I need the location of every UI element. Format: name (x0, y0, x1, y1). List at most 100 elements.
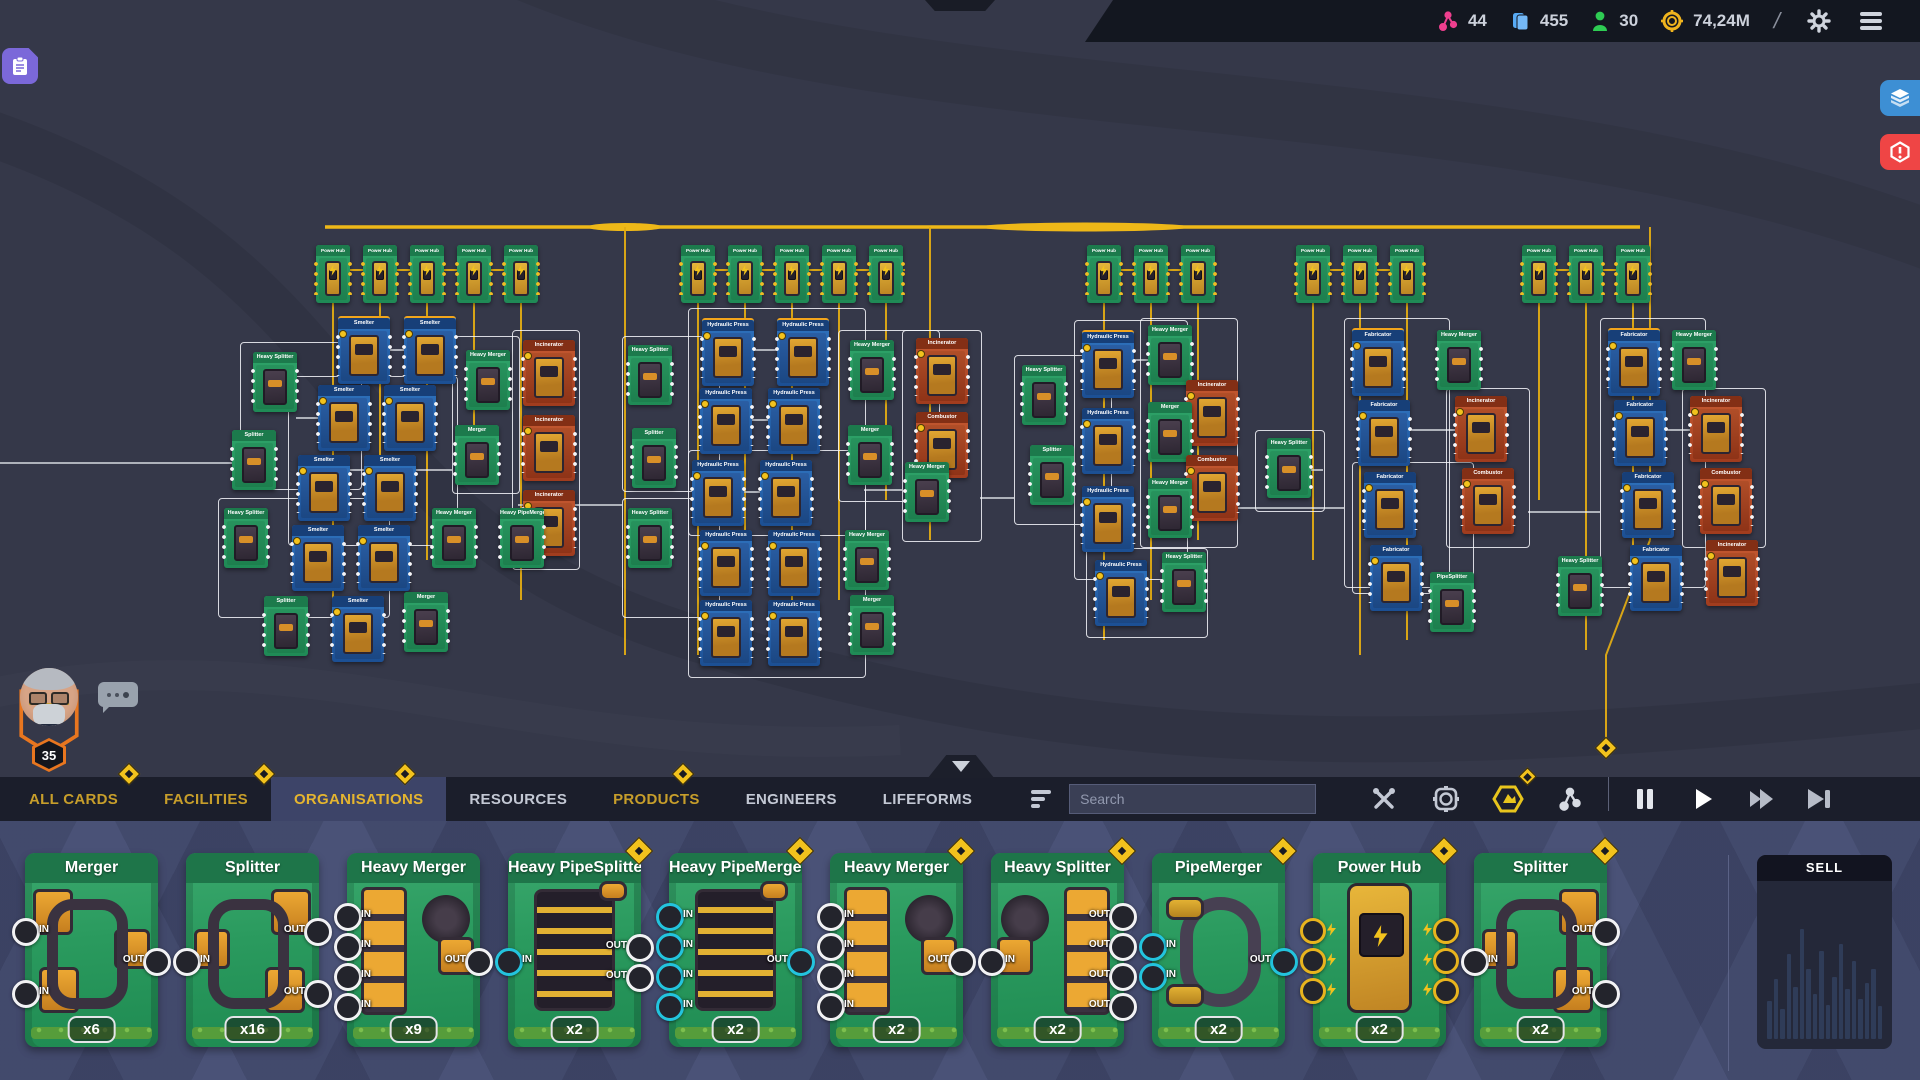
quest-log-button[interactable] (2, 48, 38, 84)
layers-button[interactable] (1880, 80, 1920, 116)
board-card[interactable]: Heavy Splitter (628, 508, 672, 568)
tab-resources[interactable]: RESOURCES (446, 777, 590, 821)
out-port[interactable] (626, 964, 654, 992)
board-card[interactable]: Merger (1148, 402, 1192, 462)
board-card[interactable]: Heavy Merger (1148, 478, 1192, 538)
out-port[interactable] (1592, 980, 1620, 1008)
in-port[interactable] (173, 948, 201, 976)
out-port[interactable] (787, 948, 815, 976)
tools-button[interactable] (1362, 777, 1406, 821)
tab-lifeforms[interactable]: LIFEFORMS (860, 777, 995, 821)
resource-lifeforms[interactable]: 30 (1590, 10, 1638, 32)
board-card[interactable]: Combustor (1700, 468, 1752, 534)
board-card[interactable]: Hydraulic Press (702, 318, 754, 386)
board-card[interactable]: Power Hub (822, 245, 856, 303)
in-port[interactable] (1300, 978, 1326, 1004)
out-port[interactable] (948, 948, 976, 976)
tab-organisations[interactable]: ORGANISATIONS (271, 777, 446, 821)
board-card[interactable]: Power Hub (1616, 245, 1650, 303)
board-card[interactable]: Hydraulic Press (700, 388, 752, 454)
board-card[interactable]: Incinerator (523, 340, 575, 406)
in-port[interactable] (334, 933, 362, 961)
board-card[interactable]: Incinerator (523, 415, 575, 481)
board-card[interactable]: Hydraulic Press (777, 318, 829, 386)
board-card[interactable]: Power Hub (363, 245, 397, 303)
board-card[interactable]: Heavy Splitter (253, 352, 297, 412)
board-card[interactable]: Smelter (384, 385, 436, 451)
sell-panel[interactable]: SELL (1757, 855, 1892, 1049)
board-card[interactable]: Incinerator (1690, 396, 1742, 462)
in-port[interactable] (817, 933, 845, 961)
board-card[interactable]: Power Hub (1522, 245, 1556, 303)
board-card[interactable]: Hydraulic Press (700, 530, 752, 596)
board-card[interactable]: Splitter (264, 596, 308, 656)
premium-currency-button[interactable] (1486, 777, 1530, 821)
out-port[interactable] (1270, 948, 1298, 976)
board-card[interactable]: Heavy Splitter (1162, 552, 1206, 612)
in-port[interactable] (334, 963, 362, 991)
board-card[interactable]: Power Hub (681, 245, 715, 303)
board-card[interactable]: Smelter (298, 455, 350, 521)
board-card[interactable]: Power Hub (1343, 245, 1377, 303)
research-tree-button[interactable] (1548, 777, 1592, 821)
out-port[interactable] (1433, 918, 1459, 944)
tab-facilities[interactable]: FACILITIES (141, 777, 271, 821)
board-card[interactable]: Splitter (632, 428, 676, 488)
board-card[interactable]: Hydraulic Press (768, 600, 820, 666)
board-card[interactable]: Power Hub (1390, 245, 1424, 303)
hand-card[interactable]: Heavy Merger x9 ININININOUT (347, 853, 480, 1047)
out-port[interactable] (143, 948, 171, 976)
alerts-button[interactable] (1880, 134, 1920, 170)
in-port[interactable] (495, 948, 523, 976)
out-port[interactable] (1433, 978, 1459, 1004)
in-port[interactable] (1139, 933, 1167, 961)
board-card[interactable]: Power Hub (869, 245, 903, 303)
hand-card[interactable]: Power Hub x2 (1313, 853, 1446, 1047)
board-card[interactable]: Smelter (404, 316, 456, 384)
board-card[interactable]: Smelter (332, 596, 384, 662)
board-card[interactable]: Merger (848, 425, 892, 485)
filter-button[interactable] (1031, 777, 1055, 821)
search-input[interactable] (1069, 784, 1316, 814)
out-port[interactable] (626, 934, 654, 962)
board-card[interactable]: Heavy PipeMerger (500, 508, 544, 568)
board-card[interactable]: Heavy Merger (905, 462, 949, 522)
board-card[interactable]: Hydraulic Press (692, 460, 744, 526)
board-card[interactable]: Power Hub (1296, 245, 1330, 303)
board-card[interactable]: Fabricator (1622, 472, 1674, 538)
board-card[interactable]: Fabricator (1608, 328, 1660, 396)
board-card[interactable]: Heavy Merger (1437, 330, 1481, 390)
board-card[interactable]: Power Hub (1181, 245, 1215, 303)
out-port[interactable] (304, 980, 332, 1008)
board-card[interactable]: Fabricator (1614, 400, 1666, 466)
board-card[interactable]: Power Hub (410, 245, 444, 303)
board-card[interactable]: Heavy Splitter (1558, 556, 1602, 616)
board-card[interactable]: Hydraulic Press (700, 600, 752, 666)
hand-card[interactable]: Splitter x16 INOUTOUT (186, 853, 319, 1047)
hand-card[interactable]: Heavy Splitter x2 INOUTOUTOUTOUT (991, 853, 1124, 1047)
board-card[interactable]: Power Hub (728, 245, 762, 303)
board-card[interactable]: Heavy Splitter (628, 345, 672, 405)
in-port[interactable] (978, 948, 1006, 976)
fast-forward-button[interactable] (1739, 777, 1783, 821)
board-card[interactable]: Merger (404, 592, 448, 652)
board-card[interactable]: Splitter (232, 430, 276, 490)
board-card[interactable]: Splitter (1030, 445, 1074, 505)
resource-cards[interactable]: 455 (1509, 10, 1568, 32)
board-card[interactable]: Incinerator (1706, 540, 1758, 606)
board-card[interactable]: Heavy Merger (845, 530, 889, 590)
board-card[interactable]: Fabricator (1370, 545, 1422, 611)
board-card[interactable]: Hydraulic Press (768, 530, 820, 596)
board-card[interactable]: Incinerator (1455, 396, 1507, 462)
play-button[interactable] (1681, 777, 1725, 821)
board-card[interactable]: Fabricator (1352, 328, 1404, 396)
in-port[interactable] (1139, 963, 1167, 991)
in-port[interactable] (334, 903, 362, 931)
board-card[interactable]: Power Hub (316, 245, 350, 303)
in-port[interactable] (12, 918, 40, 946)
out-port[interactable] (1109, 993, 1137, 1021)
in-port[interactable] (817, 993, 845, 1021)
board-card[interactable]: Heavy Merger (466, 350, 510, 410)
in-port[interactable] (817, 963, 845, 991)
out-port[interactable] (1433, 948, 1459, 974)
